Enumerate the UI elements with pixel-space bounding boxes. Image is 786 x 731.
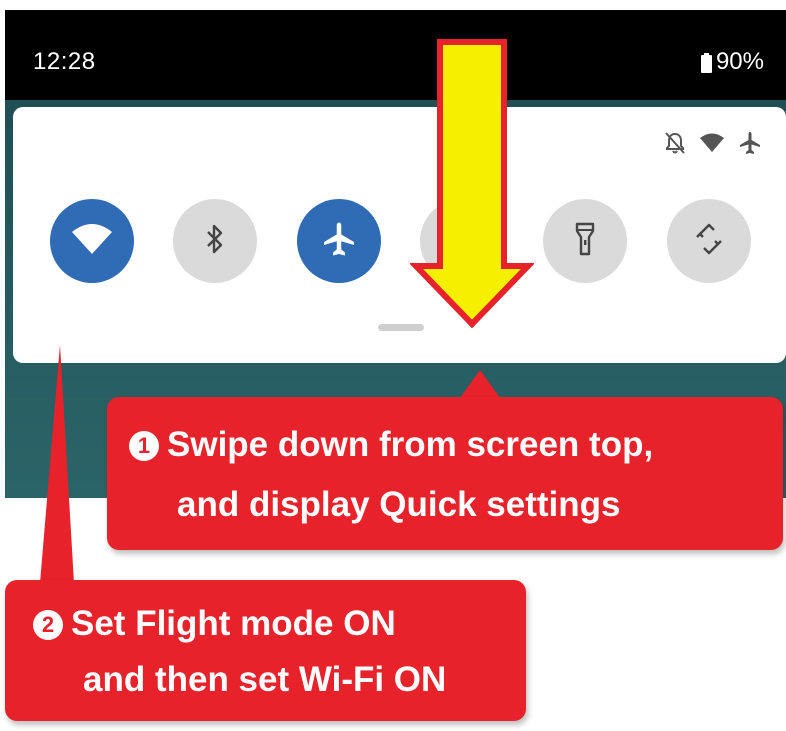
callout-step1-line2: and display Quick settings: [177, 485, 621, 524]
callout-step2: 2 Set Flight mode ON and then set Wi-Fi O…: [5, 580, 526, 721]
flashlight-tile[interactable]: [543, 199, 627, 283]
airplane-icon: [321, 221, 357, 261]
callout-step2-line1: 2 Set Flight mode ON: [33, 604, 396, 644]
auto-rotate-tile[interactable]: [667, 199, 751, 283]
status-time: 12:28: [33, 48, 96, 75]
quick-settings-panel: [13, 107, 786, 363]
step2-text-line1: Set Flight mode ON: [71, 604, 396, 643]
wifi-tile[interactable]: [50, 199, 134, 283]
step2-number-badge: 2: [33, 610, 63, 640]
battery-icon: [700, 52, 712, 73]
callout-step2-line2: and then set Wi-Fi ON: [83, 660, 447, 699]
callout2-pointer: [40, 345, 74, 583]
swipe-down-arrow-icon: [410, 39, 534, 328]
flight-mode-tile[interactable]: [297, 199, 381, 283]
battery-percent: 90%: [715, 48, 764, 75]
callout-step1-line1: 1 Swipe down from screen top,: [129, 425, 653, 465]
wifi-icon: [700, 133, 724, 157]
rotate-icon: [692, 222, 726, 260]
step1-text-line1: Swipe down from screen top,: [167, 425, 654, 464]
airplane-icon: [738, 131, 762, 159]
screenshot-canvas: 12:28 90% 1 Swipe down from screen top, …: [0, 0, 786, 731]
bluetooth-tile[interactable]: [173, 199, 257, 283]
step1-number-badge: 1: [129, 431, 159, 461]
wifi-icon: [72, 222, 112, 260]
bluetooth-icon: [205, 223, 225, 259]
callout-step1: 1 Swipe down from screen top, and display…: [107, 397, 783, 550]
status-battery: 90%: [700, 48, 764, 76]
qs-status-icons: [664, 131, 762, 159]
do-not-disturb-off-icon: [664, 131, 686, 159]
flashlight-icon: [574, 222, 596, 260]
